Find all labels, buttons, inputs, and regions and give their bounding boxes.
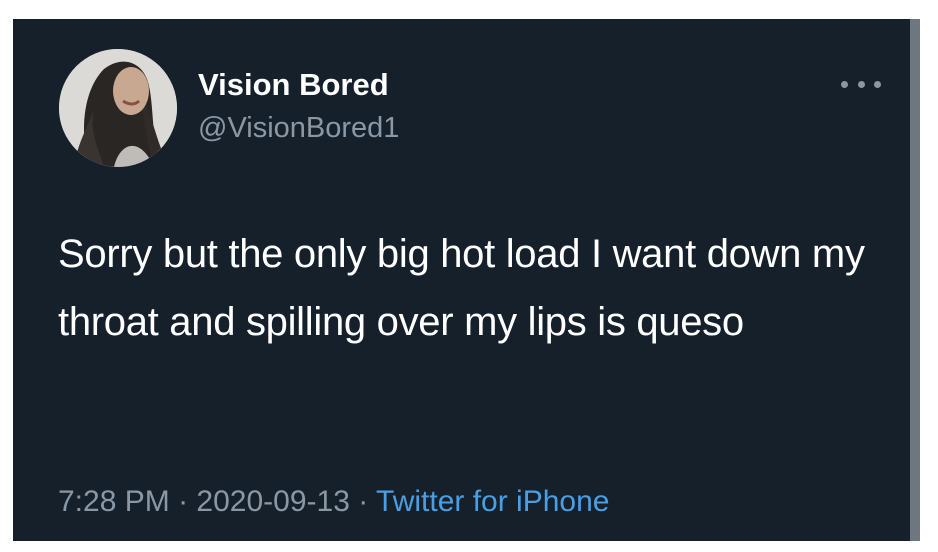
author-name[interactable]: Vision Bored (198, 67, 389, 103)
more-dot (874, 80, 881, 88)
author-handle[interactable]: @VisionBored1 (198, 111, 399, 145)
tweet-meta: 7:28 PM · 2020-09-13 · Twitter for iPhon… (58, 484, 609, 520)
tweet-card: Vision Bored @VisionBored1 Sorry but the… (13, 19, 910, 541)
more-horizontal-icon[interactable] (841, 74, 881, 94)
frame-border (910, 19, 920, 541)
tweet-text: Sorry but the only big hot load I want d… (58, 232, 865, 344)
tweet-time[interactable]: 7:28 PM (58, 485, 170, 518)
more-dot (857, 80, 865, 88)
tweet-date[interactable]: 2020-09-13 (196, 485, 349, 518)
profile-photo-icon (59, 49, 177, 167)
tweet-source[interactable]: Twitter for iPhone (376, 485, 609, 518)
more-dot (841, 80, 848, 88)
avatar[interactable] (59, 49, 177, 167)
meta-separator: · (178, 485, 189, 518)
meta-separator: · (358, 485, 369, 518)
